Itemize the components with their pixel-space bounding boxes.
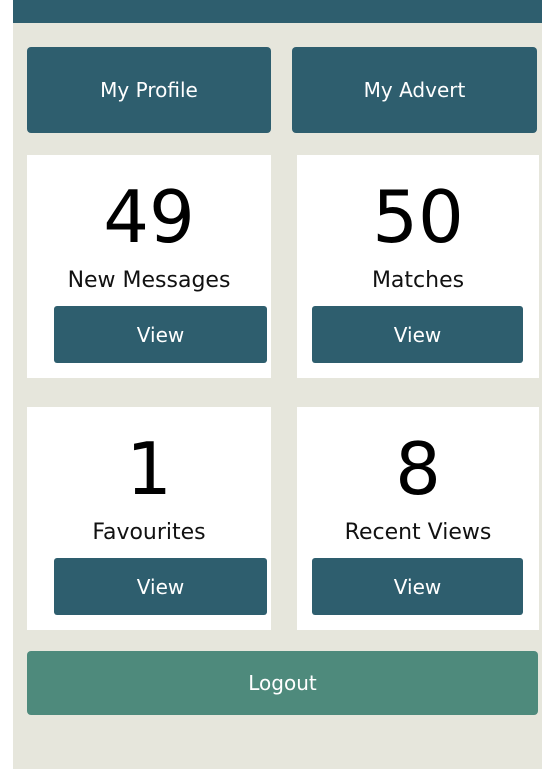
view-favourites-button[interactable]: View [54,558,267,615]
favourites-label: Favourites [92,520,206,545]
favourites-card: 1 Favourites View [27,407,271,630]
recent-views-count: 8 [395,427,441,511]
matches-label: Matches [371,268,465,293]
my-profile-button[interactable]: My Profile [27,47,271,133]
favourites-count: 1 [126,427,172,511]
new-messages-label: New Messages [67,268,231,293]
logout-button[interactable]: Logout [27,651,538,715]
dashboard-screen: My Profile My Advert 49 New Messages Vie… [13,0,542,769]
recent-views-label: Recent Views [344,520,492,545]
my-advert-button[interactable]: My Advert [292,47,537,133]
recent-views-card: 8 Recent Views View [297,407,539,630]
new-messages-card: 49 New Messages View [27,155,271,378]
view-messages-button[interactable]: View [54,306,267,363]
new-messages-count: 49 [103,175,195,259]
matches-count: 50 [372,175,464,259]
matches-card: 50 Matches View [297,155,539,378]
view-recent-views-button[interactable]: View [312,558,523,615]
top-bar [13,0,542,23]
view-matches-button[interactable]: View [312,306,523,363]
